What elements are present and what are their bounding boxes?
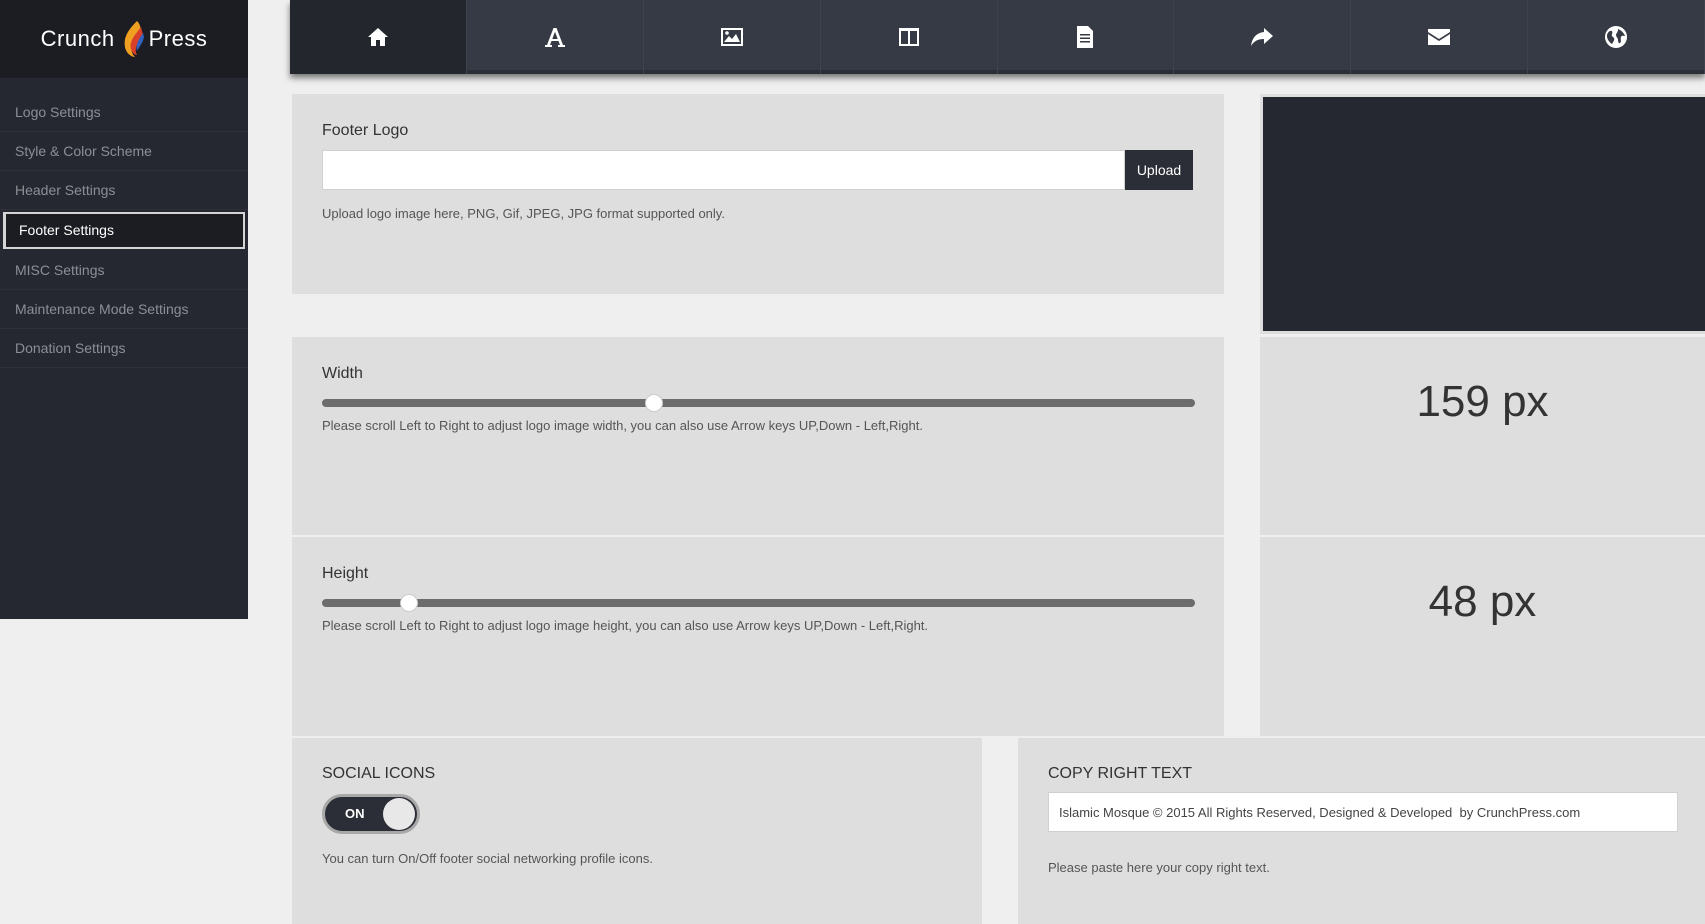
sidebar-item-logo-settings[interactable]: Logo Settings	[0, 93, 248, 132]
document-icon	[1077, 26, 1094, 48]
width-hint: Please scroll Left to Right to adjust lo…	[322, 418, 923, 433]
brand-name-right: Press	[148, 26, 208, 51]
footer-logo-title: Footer Logo	[322, 122, 409, 139]
tab-contact[interactable]	[1351, 0, 1529, 74]
logo-preview-panel	[1260, 94, 1705, 334]
brand-name-left: Crunch	[40, 26, 115, 51]
sidebar-item-footer-settings[interactable]: Footer Settings	[3, 212, 245, 249]
sidebar-item-donation-settings[interactable]: Donation Settings	[0, 329, 248, 368]
social-icons-title: SOCIAL ICONS	[322, 765, 436, 782]
copyright-hint: Please paste here your copy right text.	[1048, 860, 1270, 875]
tab-social[interactable]	[1174, 0, 1352, 74]
footer-logo-panel: Footer Logo Upload Upload logo image her…	[292, 94, 1224, 294]
width-slider-handle[interactable]	[644, 394, 663, 412]
height-hint: Please scroll Left to Right to adjust lo…	[322, 618, 929, 633]
sidebar-item-style-color-scheme[interactable]: Style & Color Scheme	[0, 132, 248, 171]
top-nav	[290, 0, 1705, 74]
toggle-label: ON	[345, 806, 365, 821]
tab-images[interactable]	[643, 0, 821, 74]
social-icons-hint: You can turn On/Off footer social networ…	[322, 851, 653, 866]
tab-layout[interactable]	[820, 0, 998, 74]
image-icon	[720, 28, 743, 46]
sidebar-item-header-settings[interactable]: Header Settings	[0, 171, 248, 210]
social-icons-panel: SOCIAL ICONS ON You can turn On/Off foot…	[292, 738, 982, 924]
footer-logo-hint: Upload logo image here, PNG, Gif, JPEG, …	[322, 206, 725, 221]
envelope-icon	[1428, 29, 1451, 45]
width-value-panel: 159 px	[1260, 337, 1705, 535]
sidebar-item-maintenance-mode-settings[interactable]: Maintenance Mode Settings	[0, 290, 248, 329]
columns-icon	[898, 28, 919, 46]
width-value: 159 px	[1416, 377, 1549, 426]
height-value-panel: 48 px	[1260, 537, 1705, 736]
upload-button[interactable]: Upload	[1125, 150, 1193, 190]
footer-logo-url-input[interactable]	[322, 150, 1125, 190]
height-panel: Height Please scroll Left to Right to ad…	[292, 537, 1224, 736]
brand-logo[interactable]: Crunch Press	[0, 0, 248, 78]
tab-typography[interactable]	[466, 0, 644, 74]
home-icon	[367, 28, 388, 46]
tab-home[interactable]	[290, 0, 467, 74]
flame-logo-icon	[124, 21, 144, 57]
tab-general[interactable]	[1528, 0, 1705, 74]
upload-row: Upload	[322, 150, 1193, 190]
font-icon	[544, 28, 565, 47]
height-slider[interactable]	[322, 594, 1195, 612]
globe-icon	[1605, 26, 1628, 48]
copyright-text-input[interactable]	[1048, 792, 1678, 832]
logo-preview-area	[1263, 97, 1705, 331]
share-icon	[1251, 28, 1274, 46]
height-title: Height	[322, 565, 369, 582]
width-panel: Width Please scroll Left to Right to adj…	[292, 337, 1224, 535]
sidebar-menu: Logo Settings Style & Color Scheme Heade…	[0, 78, 248, 368]
sidebar: Crunch Press Logo Settings Style & Color…	[0, 0, 248, 619]
height-slider-handle[interactable]	[400, 594, 419, 612]
social-icons-toggle[interactable]: ON	[322, 794, 420, 834]
width-slider[interactable]	[322, 394, 1195, 412]
height-value: 48 px	[1428, 577, 1537, 626]
sidebar-item-misc-settings[interactable]: MISC Settings	[0, 251, 248, 290]
width-title: Width	[322, 365, 363, 382]
toggle-knob	[383, 798, 415, 830]
tab-pages[interactable]	[997, 0, 1175, 74]
copyright-title: COPY RIGHT TEXT	[1048, 765, 1193, 782]
copyright-panel: COPY RIGHT TEXT Please paste here your c…	[1018, 738, 1705, 924]
